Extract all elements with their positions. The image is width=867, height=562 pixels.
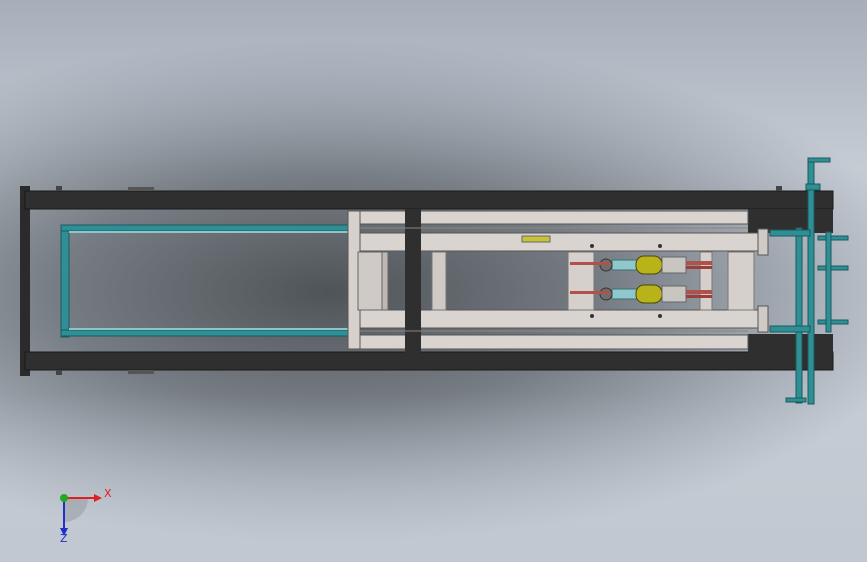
frame-bottom-rail	[24, 351, 834, 371]
teal-bottom-rail	[60, 329, 358, 337]
cylinder-lower-body	[635, 284, 663, 304]
graphics-viewport[interactable]: X Z	[0, 0, 867, 562]
frame-top-rail	[24, 190, 834, 210]
assembly-model[interactable]	[0, 0, 867, 562]
teal-right-post	[795, 227, 803, 404]
frame-left-post	[20, 186, 30, 376]
teal-carriage	[60, 224, 358, 338]
x-axis-label: X	[104, 487, 112, 500]
frame-right-block-lower	[748, 334, 833, 354]
reference-triad: X Z	[48, 482, 118, 546]
x-axis-arrow	[94, 494, 102, 502]
y-axis-origin	[60, 494, 68, 502]
sliding-beams	[347, 209, 769, 354]
cylinder-upper-body	[635, 255, 663, 275]
z-axis-label: Z	[60, 532, 68, 545]
teal-right-post-tall	[807, 157, 815, 405]
teal-left-post	[60, 224, 70, 338]
teal-top-rail	[60, 224, 358, 232]
dark-crossbar	[405, 209, 421, 354]
yellow-tag	[521, 235, 551, 243]
